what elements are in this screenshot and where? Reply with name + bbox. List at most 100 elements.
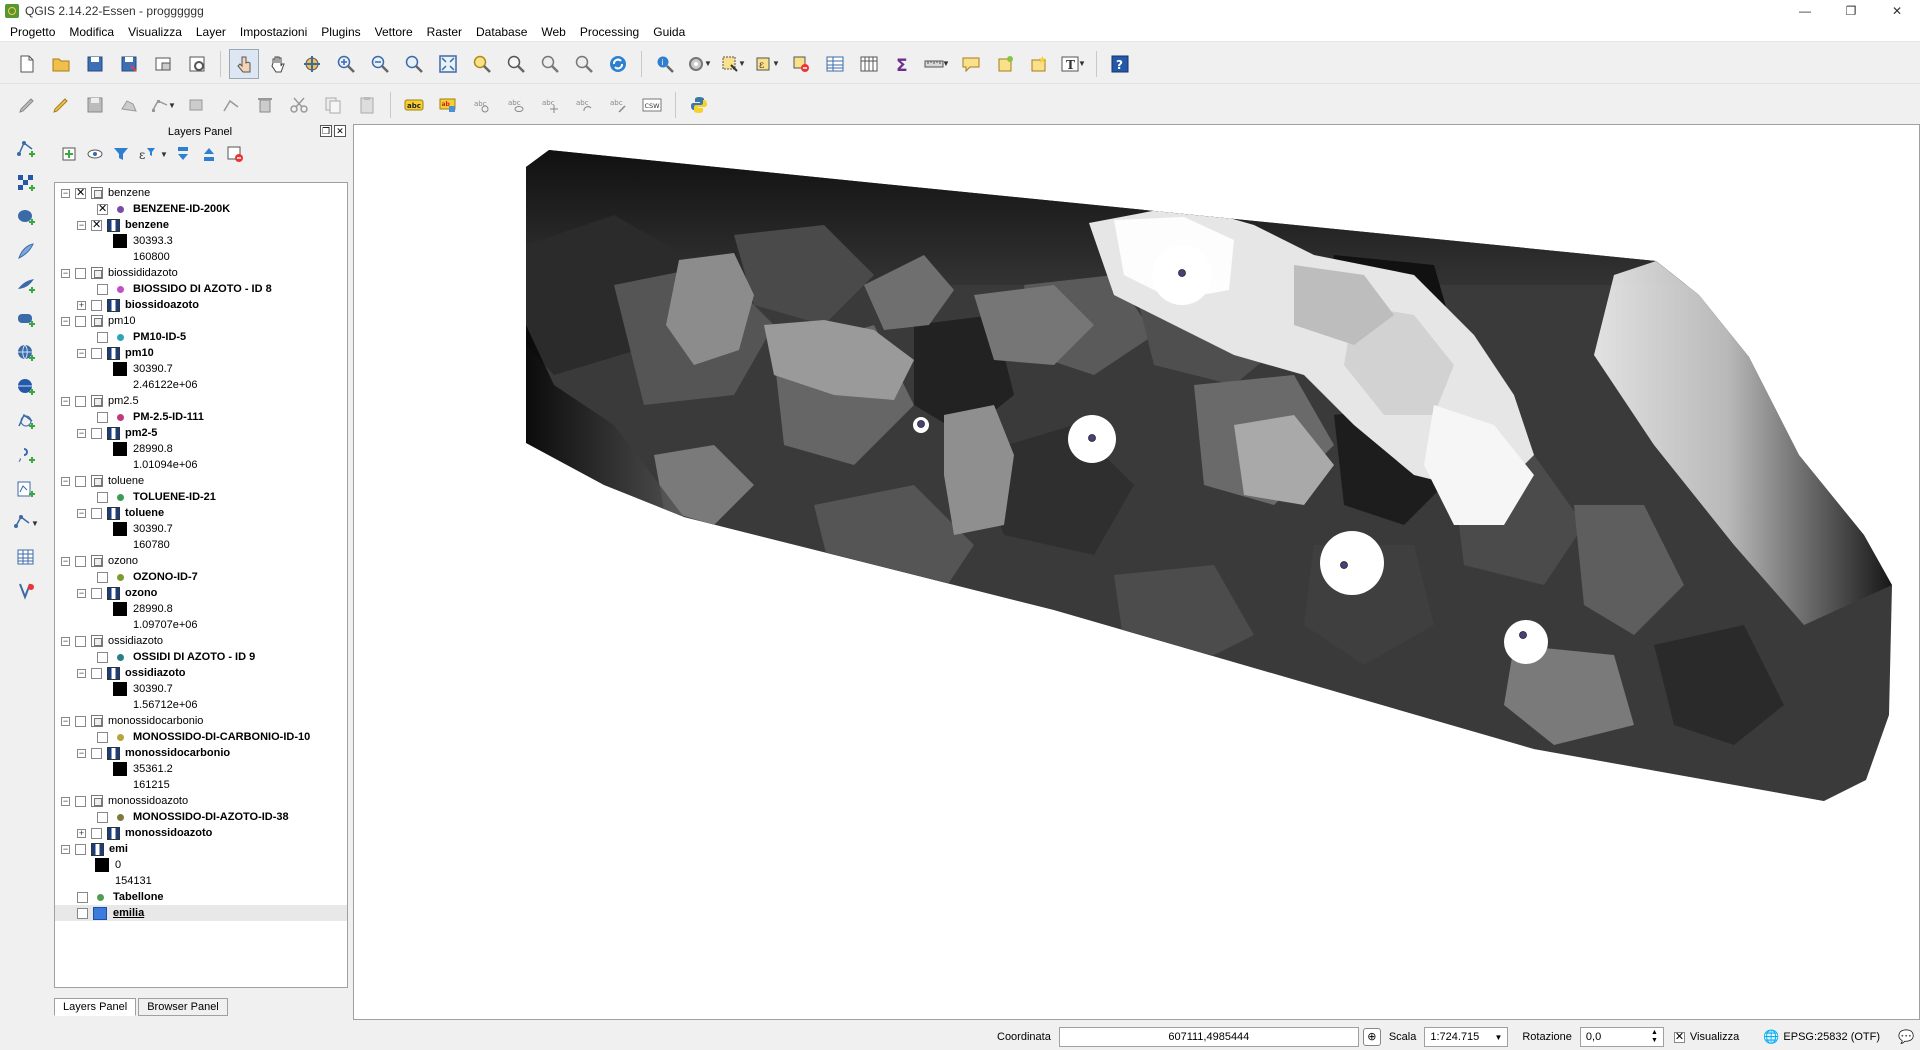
- node-editor-button[interactable]: [216, 90, 246, 120]
- add-raster-layer-button[interactable]: [11, 168, 41, 198]
- zoom-full-button[interactable]: [433, 49, 463, 79]
- menu-layer[interactable]: Layer: [189, 22, 233, 42]
- layer-checkbox[interactable]: [75, 635, 86, 647]
- menu-web[interactable]: Web: [534, 22, 572, 42]
- collapse-toggle[interactable]: −: [61, 476, 70, 486]
- open-project-button[interactable]: [46, 49, 76, 79]
- point-layer-row[interactable]: Tabellone: [55, 889, 347, 905]
- menu-guida[interactable]: Guida: [646, 22, 692, 42]
- paste-features-button[interactable]: [352, 90, 382, 120]
- station-point[interactable]: [1178, 269, 1186, 277]
- chevron-down-icon[interactable]: ▼: [160, 150, 168, 159]
- point-layer-row[interactable]: MONOSSIDO-DI-CARBONIO-ID-10: [55, 729, 347, 745]
- collapse-toggle[interactable]: −: [61, 556, 70, 566]
- layer-checkbox[interactable]: [75, 395, 86, 407]
- layer-checkbox[interactable]: [75, 555, 86, 567]
- save-as-button[interactable]: [114, 49, 144, 79]
- layer-checkbox[interactable]: [75, 795, 86, 807]
- add-postgis-layer-button[interactable]: [11, 202, 41, 232]
- layer-checkbox[interactable]: [97, 411, 108, 423]
- raster-layer-row[interactable]: + monossidoazoto: [55, 825, 347, 841]
- zoom-last-button[interactable]: [535, 49, 565, 79]
- point-layer-row[interactable]: MONOSSIDO-DI-AZOTO-ID-38: [55, 809, 347, 825]
- cut-features-button[interactable]: [284, 90, 314, 120]
- layer-checkbox[interactable]: [91, 427, 102, 439]
- select-features-button[interactable]: ▼: [718, 49, 748, 79]
- filter-expression-icon[interactable]: ε: [136, 144, 158, 164]
- layer-checkbox[interactable]: [91, 299, 102, 311]
- raster-layer-row[interactable]: + biossidoazoto: [55, 297, 347, 313]
- change-label-button[interactable]: abc: [603, 90, 633, 120]
- collapse-toggle[interactable]: −: [61, 636, 70, 646]
- layer-checkbox[interactable]: [75, 475, 86, 487]
- layer-checkbox[interactable]: [91, 827, 102, 839]
- station-point[interactable]: [1088, 434, 1096, 442]
- collapse-toggle[interactable]: −: [77, 668, 86, 678]
- layer-group-monossidoazoto[interactable]: − monossidoazoto: [55, 793, 347, 809]
- text-annotation-button[interactable]: T ▼: [1058, 49, 1088, 79]
- expand-toggle[interactable]: +: [77, 300, 86, 310]
- field-calculator-button[interactable]: [854, 49, 884, 79]
- layer-checkbox[interactable]: [75, 267, 86, 279]
- attribute-table-button[interactable]: [820, 49, 850, 79]
- actions-button[interactable]: ▼: [684, 49, 714, 79]
- collapse-toggle[interactable]: −: [61, 796, 70, 806]
- layer-checkbox[interactable]: ✕: [97, 203, 108, 215]
- layer-checkbox[interactable]: [97, 571, 108, 583]
- menu-raster[interactable]: Raster: [420, 22, 469, 42]
- add-virtual-layer-button[interactable]: ▼: [11, 508, 41, 538]
- new-bookmark-button[interactable]: [990, 49, 1020, 79]
- raster-layer-row[interactable]: − emi: [55, 841, 347, 857]
- collapse-toggle[interactable]: −: [77, 348, 86, 358]
- collapse-all-icon[interactable]: [198, 144, 220, 164]
- render-checkbox[interactable]: ✕: [1673, 1031, 1685, 1043]
- new-shapefile-button[interactable]: [11, 474, 41, 504]
- raster-layer-row[interactable]: − pm2-5: [55, 425, 347, 441]
- remove-layer-icon[interactable]: [224, 144, 246, 164]
- layer-checkbox[interactable]: [97, 811, 108, 823]
- layer-checkbox[interactable]: [75, 315, 86, 327]
- menu-vettore[interactable]: Vettore: [368, 22, 420, 42]
- menu-progetto[interactable]: Progetto: [3, 22, 62, 42]
- new-project-button[interactable]: [12, 49, 42, 79]
- layer-checkbox[interactable]: [75, 843, 86, 855]
- layer-group-toluene[interactable]: − toluene: [55, 473, 347, 489]
- tab-layers-panel[interactable]: Layers Panel: [54, 998, 137, 1016]
- new-print-composer-button[interactable]: [148, 49, 178, 79]
- close-button[interactable]: ✕: [1874, 0, 1920, 22]
- add-spatialite-layer-button[interactable]: [11, 236, 41, 266]
- point-layer-row[interactable]: TOLUENE-ID-21: [55, 489, 347, 505]
- restore-button[interactable]: ❐: [1828, 0, 1874, 22]
- layer-checkbox[interactable]: [91, 507, 102, 519]
- filter-icon[interactable]: [110, 144, 132, 164]
- layer-checkbox[interactable]: [77, 891, 88, 903]
- point-layer-row[interactable]: OZONO-ID-7: [55, 569, 347, 585]
- add-wcs-layer-button[interactable]: [11, 372, 41, 402]
- save-project-button[interactable]: [80, 49, 110, 79]
- collapse-toggle[interactable]: −: [61, 396, 70, 406]
- polygon-layer-row[interactable]: emilia: [55, 905, 347, 921]
- collapse-toggle[interactable]: −: [61, 844, 70, 854]
- menu-impostazioni[interactable]: Impostazioni: [233, 22, 314, 42]
- layer-group-biossididazoto[interactable]: − biossididazoto: [55, 265, 347, 281]
- collapse-toggle[interactable]: −: [61, 316, 70, 326]
- coordinate-field[interactable]: 607111,4985444: [1058, 1027, 1359, 1047]
- coordinate-toggle-icon[interactable]: ⊕: [1362, 1028, 1381, 1046]
- station-point[interactable]: [1519, 631, 1527, 639]
- visibility-eye-icon[interactable]: [84, 144, 106, 164]
- zoom-to-selection-button[interactable]: [467, 49, 497, 79]
- add-feature-button[interactable]: [114, 90, 144, 120]
- messages-icon[interactable]: 💬: [1898, 1029, 1914, 1045]
- layer-group-ozono[interactable]: − ozono: [55, 553, 347, 569]
- layer-group-benzene[interactable]: − ✕ benzene: [55, 185, 347, 201]
- show-bookmarks-button[interactable]: [1024, 49, 1054, 79]
- composer-manager-button[interactable]: [182, 49, 212, 79]
- spin-arrows-icon[interactable]: ▲ ▼: [1651, 1029, 1658, 1045]
- layer-checkbox[interactable]: [91, 747, 102, 759]
- collapse-toggle[interactable]: −: [77, 588, 86, 598]
- statistics-button[interactable]: Σ: [888, 49, 918, 79]
- current-edits-button[interactable]: [12, 90, 42, 120]
- add-delimited-text-button[interactable]: ,: [11, 440, 41, 470]
- collapse-toggle[interactable]: −: [77, 220, 86, 230]
- float-panel-button[interactable]: ❐: [320, 125, 332, 137]
